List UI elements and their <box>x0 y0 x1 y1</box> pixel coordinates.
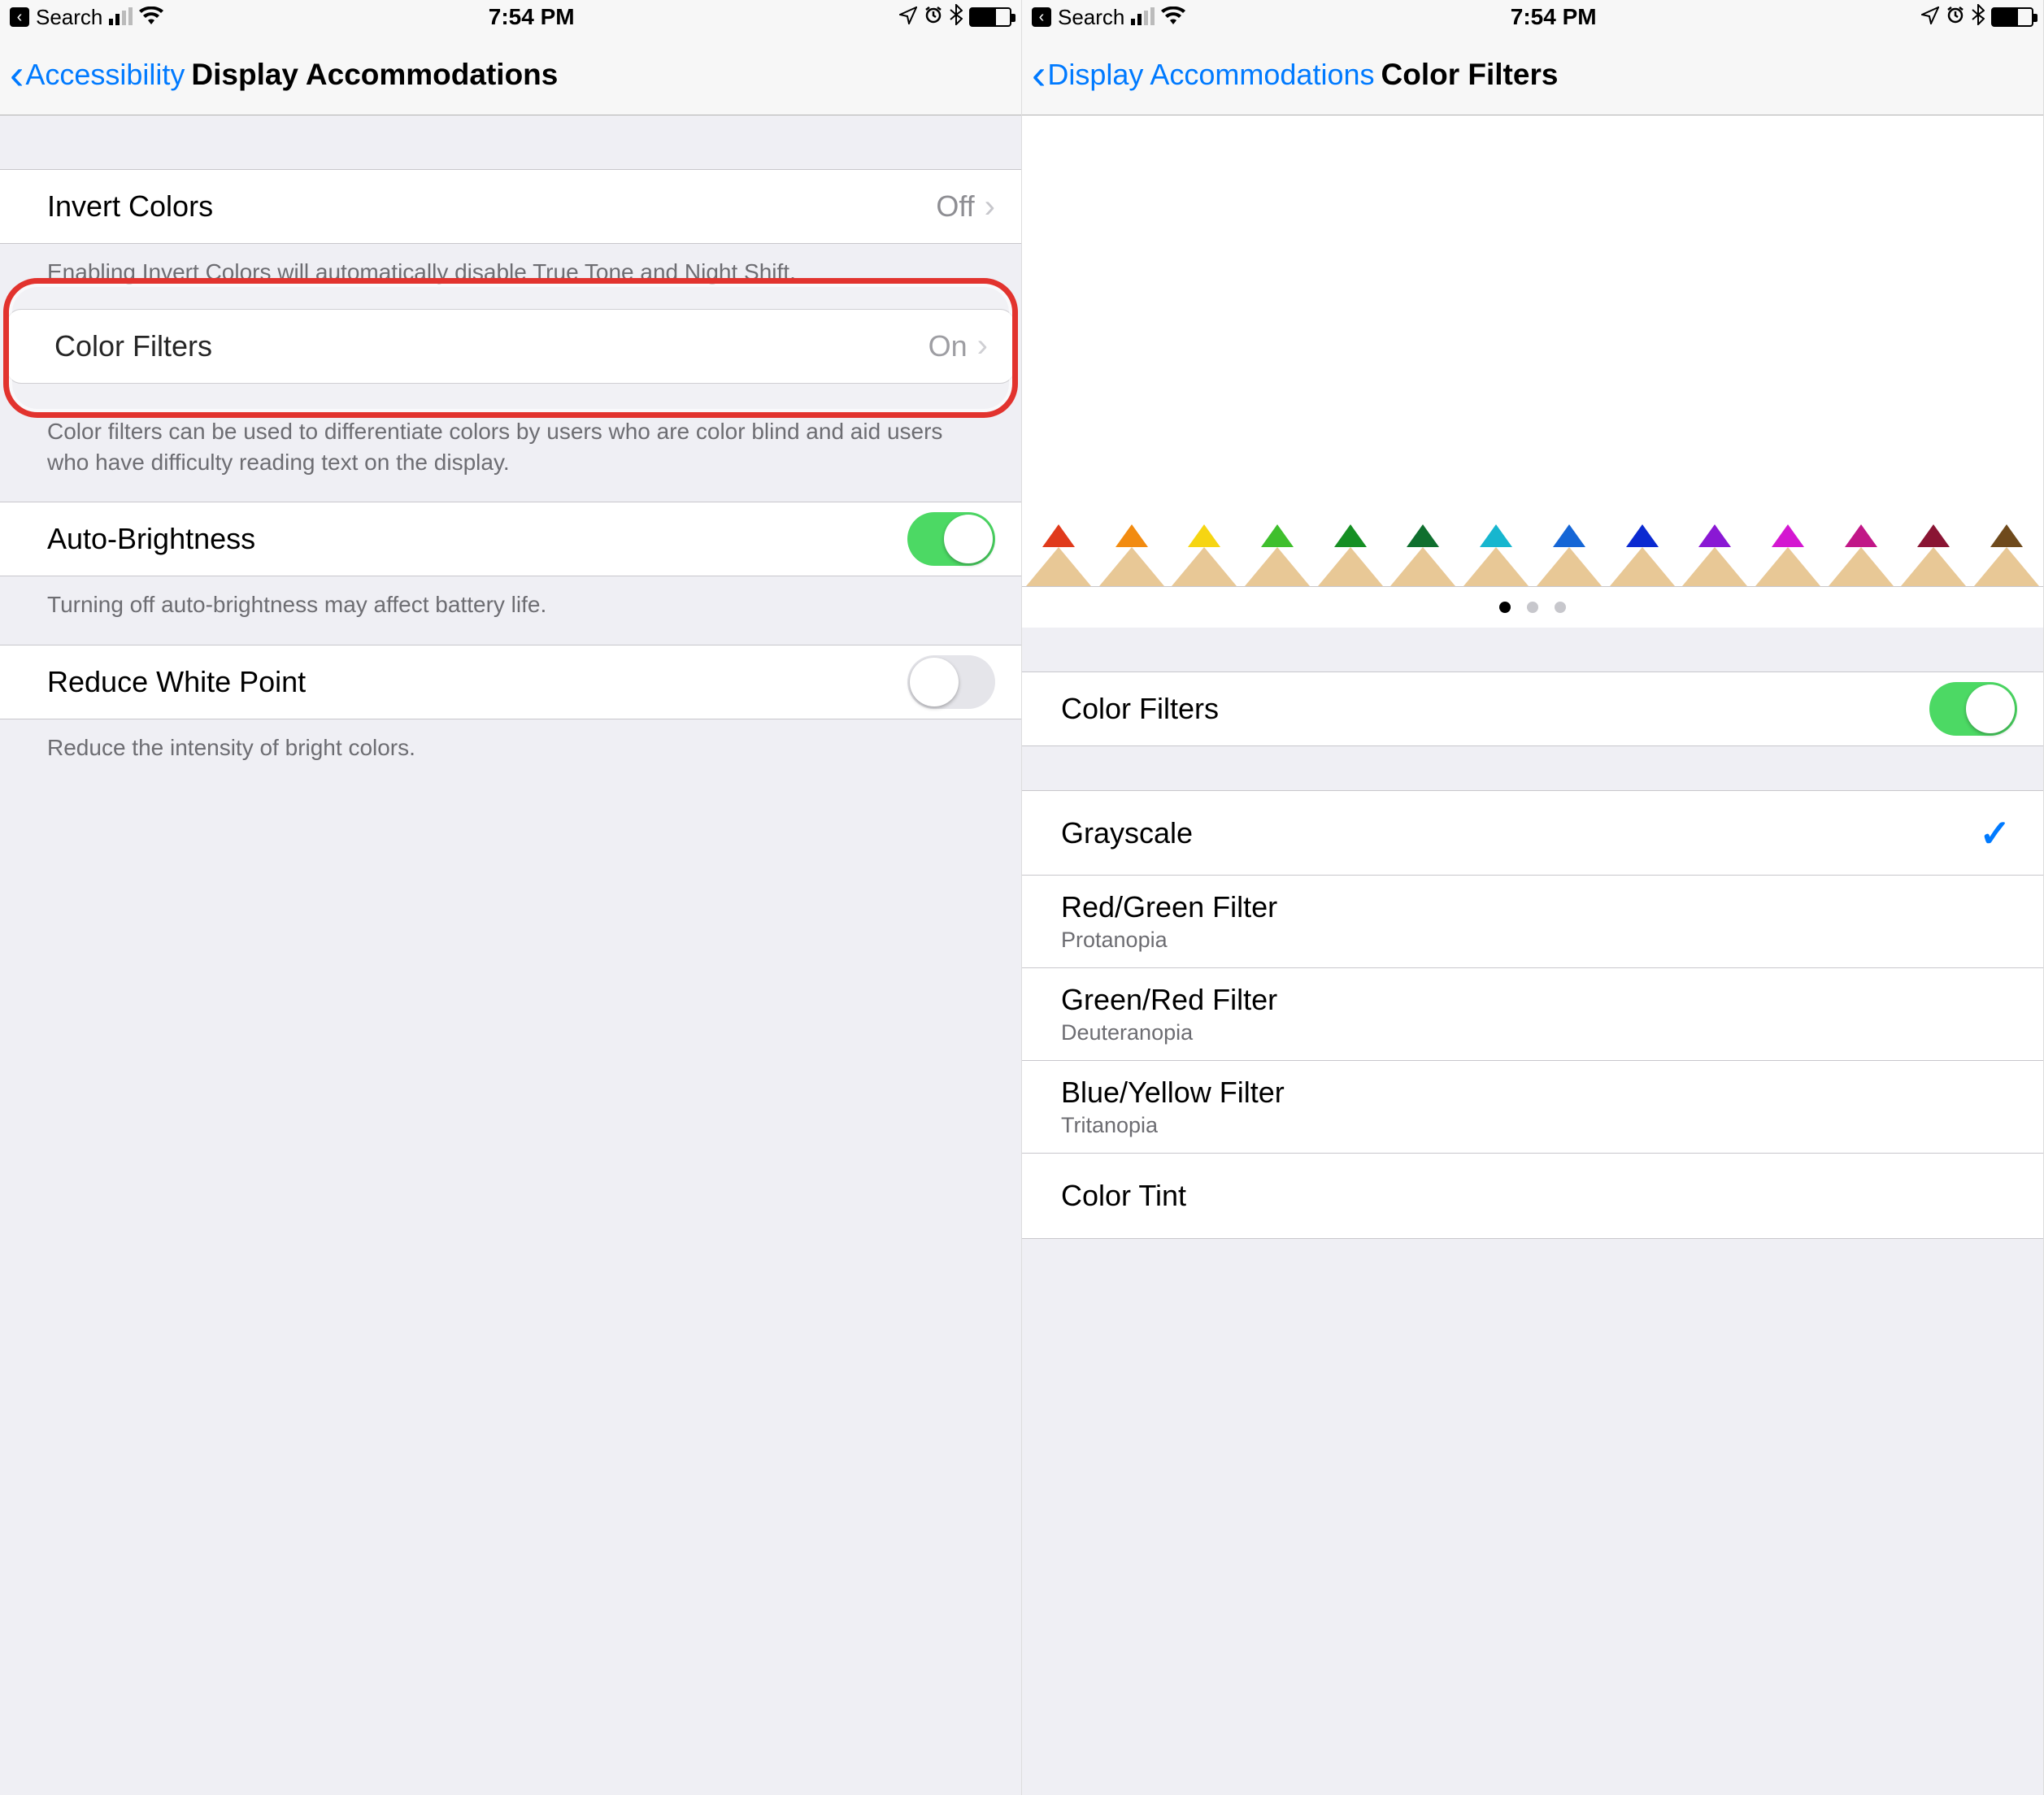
row-label: Auto-Brightness <box>47 522 907 556</box>
screen-display-accommodations: ‹ Search 7:54 PM ‹ A <box>0 0 1022 1795</box>
row-reduce-white-point[interactable]: Reduce White Point <box>0 645 1021 719</box>
pencil-icon <box>1606 524 1679 586</box>
pencil-icon <box>1168 524 1241 586</box>
filter-type-list: Grayscale✓ Red/Green Filter Protanopia Gree… <box>1022 790 2043 1239</box>
pencil-icon <box>1824 524 1898 586</box>
filter-option[interactable]: Grayscale✓ <box>1022 791 2043 876</box>
row-value: On <box>928 329 968 363</box>
pencil-icon <box>1678 524 1751 586</box>
battery-icon <box>969 7 1011 27</box>
filter-sublabel: Tritanopia <box>1061 1113 2011 1138</box>
footer-reduce-white: Reduce the intensity of bright colors. <box>0 719 1021 788</box>
footer-invert: Enabling Invert Colors will automaticall… <box>0 244 1021 312</box>
pencil-icon <box>1970 524 2043 586</box>
toggle-auto-brightness[interactable] <box>907 512 995 566</box>
row-value: Off <box>936 189 974 224</box>
pencil-icon <box>1387 524 1460 586</box>
wifi-icon <box>1161 5 1185 30</box>
chevron-left-icon: ‹ <box>10 54 24 96</box>
wifi-icon <box>139 5 163 30</box>
location-icon <box>1921 5 1939 30</box>
footer-auto-brightness: Turning off auto-brightness may affect b… <box>0 576 1021 645</box>
filter-option[interactable]: Green/Red Filter Deuteranopia <box>1022 968 2043 1061</box>
pencil-icon <box>1095 524 1168 586</box>
breadcrumb-back-label[interactable]: Search <box>36 5 102 30</box>
toggle-color-filters[interactable] <box>1929 682 2017 736</box>
pencil-icon <box>1459 524 1533 586</box>
bluetooth-icon <box>950 4 963 31</box>
filter-sublabel: Deuteranopia <box>1061 1020 2011 1045</box>
row-label: Color Filters <box>1061 692 1929 726</box>
filter-label: Red/Green Filter <box>1061 890 2011 924</box>
row-color-filters-toggle[interactable]: Color Filters <box>1022 671 2043 746</box>
pencil-icon <box>1241 524 1314 586</box>
color-preview-pencils[interactable] <box>1022 115 2043 587</box>
row-invert-colors[interactable]: Invert Colors Off › <box>0 169 1021 244</box>
filter-sublabel: Protanopia <box>1061 928 2011 953</box>
status-bar: ‹ Search 7:54 PM <box>0 0 1021 34</box>
nav-header: ‹ Display Accommodations Color Filters <box>1022 34 2043 115</box>
filter-label: Grayscale <box>1061 816 1979 850</box>
bluetooth-icon <box>1972 4 1985 31</box>
cellular-signal-icon <box>109 9 133 25</box>
row-label: Color Filters <box>54 329 928 363</box>
footer-color-filters: Color filters can be used to differentia… <box>0 380 1021 502</box>
status-time: 7:54 PM <box>1511 4 1597 30</box>
row-color-filters[interactable]: Color Filters On › <box>7 309 1015 384</box>
location-icon <box>899 5 917 30</box>
filter-label: Color Tint <box>1061 1179 2011 1213</box>
screen-color-filters: ‹ Search 7:54 PM ‹ D <box>1022 0 2044 1795</box>
alarm-icon <box>1946 5 1965 30</box>
nav-back-button[interactable]: ‹ Display Accommodations <box>1032 54 1375 96</box>
row-auto-brightness[interactable]: Auto-Brightness <box>0 502 1021 576</box>
row-label: Invert Colors <box>47 189 936 224</box>
pencil-icon <box>1022 524 1095 586</box>
cellular-signal-icon <box>1131 9 1155 25</box>
filter-option[interactable]: Blue/Yellow Filter Tritanopia <box>1022 1061 2043 1154</box>
pencil-icon <box>1314 524 1387 586</box>
nav-header: ‹ Accessibility Display Accommodations <box>0 34 1021 115</box>
page-title: Display Accommodations <box>191 58 558 92</box>
chevron-right-icon: › <box>985 189 995 225</box>
filter-label: Blue/Yellow Filter <box>1061 1076 2011 1110</box>
pager-dot[interactable] <box>1555 602 1566 613</box>
checkmark-icon: ✓ <box>1979 811 2011 855</box>
pencil-icon <box>1533 524 1606 586</box>
nav-back-label: Accessibility <box>25 58 185 92</box>
page-title: Color Filters <box>1381 58 1559 92</box>
toggle-reduce-white-point[interactable] <box>907 655 995 709</box>
chevron-right-icon: › <box>977 328 988 364</box>
filter-option[interactable]: Red/Green Filter Protanopia <box>1022 876 2043 968</box>
chevron-left-icon: ‹ <box>1032 54 1046 96</box>
pencil-icon <box>1898 524 1971 586</box>
nav-back-label: Display Accommodations <box>1047 58 1374 92</box>
status-bar: ‹ Search 7:54 PM <box>1022 0 2043 34</box>
pager-dot[interactable] <box>1499 602 1511 613</box>
row-label: Reduce White Point <box>47 665 907 699</box>
filter-option[interactable]: Color Tint <box>1022 1154 2043 1238</box>
battery-icon <box>1991 7 2033 27</box>
status-time: 7:54 PM <box>489 4 575 30</box>
breadcrumb-back-icon[interactable]: ‹ <box>1032 7 1051 27</box>
pager-dot[interactable] <box>1527 602 1538 613</box>
pencil-icon <box>1751 524 1824 586</box>
breadcrumb-back-icon[interactable]: ‹ <box>10 7 29 27</box>
page-indicator[interactable] <box>1022 587 2043 628</box>
filter-label: Green/Red Filter <box>1061 983 2011 1017</box>
nav-back-button[interactable]: ‹ Accessibility <box>10 54 185 96</box>
breadcrumb-back-label[interactable]: Search <box>1058 5 1124 30</box>
alarm-icon <box>924 5 943 30</box>
